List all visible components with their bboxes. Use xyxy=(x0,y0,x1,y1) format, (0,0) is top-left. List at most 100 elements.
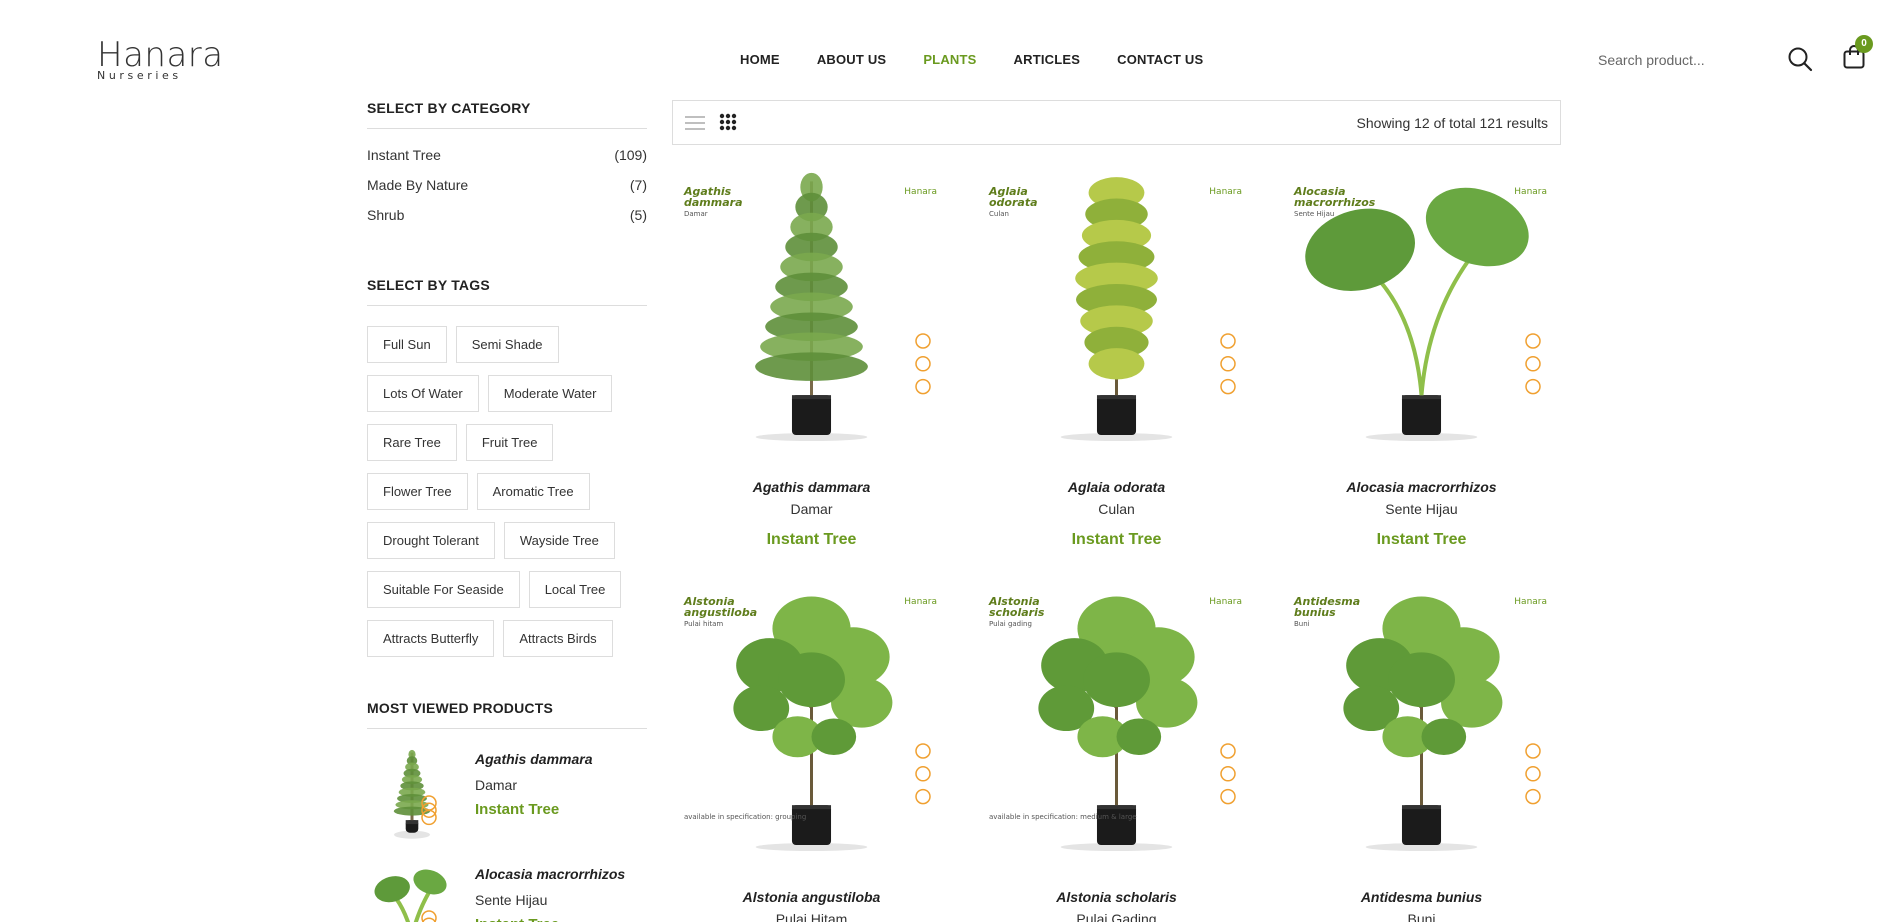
nav-articles[interactable]: ARTICLES xyxy=(1014,52,1081,67)
category-count: (5) xyxy=(629,207,647,223)
most-viewed-common-name: Damar xyxy=(475,777,518,793)
product-category[interactable]: Instant Tree xyxy=(672,531,951,549)
product-common-name: Sente Hijau xyxy=(1385,501,1458,517)
brand-watermark: Hanara xyxy=(904,597,937,607)
category-count: (7) xyxy=(629,177,647,193)
tag-button[interactable]: Full Sun xyxy=(367,326,447,363)
product-image[interactable]: Antidesma bunius Buni Hanara xyxy=(1282,580,1561,865)
tags-section: SELECT BY TAGS Full Sun Semi Shade Lots Of… xyxy=(367,277,647,657)
product-image-label: Alocasia macrorrhizos Sente Hijau xyxy=(1294,185,1376,218)
logo-main-text: Hanara xyxy=(97,35,224,75)
category-item[interactable]: Shrub (5) xyxy=(367,205,647,235)
product-card[interactable]: Antidesma bunius Buni Hanara Antidesma buni… xyxy=(1282,580,1561,922)
product-common-name: Pulai Hitam xyxy=(775,911,848,922)
product-category[interactable]: Instant Tree xyxy=(1282,531,1561,549)
product-common-name: Damar xyxy=(790,501,833,517)
tag-button[interactable]: Moderate Water xyxy=(487,375,613,412)
nav-home[interactable]: HOME xyxy=(740,52,780,67)
tag-button[interactable]: Rare Tree xyxy=(367,424,457,461)
brand-watermark: Hanara xyxy=(1209,187,1242,197)
tag-button[interactable]: Aromatic Tree xyxy=(476,473,590,510)
most-viewed-scientific-name[interactable]: Alocasia macrorrhizos xyxy=(475,866,625,882)
category-item[interactable]: Made By Nature (7) xyxy=(367,175,647,205)
results-count: Showing 12 of total 121 results xyxy=(1356,115,1548,131)
product-scientific-name[interactable]: Alstonia scholaris xyxy=(977,889,1256,905)
brand-watermark: Hanara xyxy=(1514,597,1547,607)
product-card[interactable]: Alocasia macrorrhizos Sente Hijau Hanara Al… xyxy=(1282,170,1561,549)
logo[interactable]: Hanara Nurseries xyxy=(97,35,224,82)
product-card[interactable]: Agathis dammara Damar Hanara Agathis dammar… xyxy=(672,170,951,549)
most-viewed-item[interactable]: Alocasia macrorrhizos Sente Hijau Instant … xyxy=(367,864,647,922)
search-icon[interactable] xyxy=(1787,46,1813,72)
tag-button[interactable]: Wayside Tree xyxy=(503,522,615,559)
image-label-scientific: Agathis dammara xyxy=(684,185,743,209)
product-scientific-name[interactable]: Antidesma bunius xyxy=(1282,889,1561,905)
most-viewed-common-name: Sente Hijau xyxy=(475,892,548,908)
tag-button[interactable]: Flower Tree xyxy=(367,473,468,510)
product-image-label: Alstonia angustiloba Pulai hitam xyxy=(684,595,758,628)
image-label-scientific: Antidesma bunius xyxy=(1294,595,1361,619)
most-viewed-thumbnail[interactable] xyxy=(367,864,457,922)
main-nav: HOME ABOUT US PLANTS ARTICLES CONTACT US xyxy=(740,52,1240,67)
most-viewed-category[interactable]: Instant Tree xyxy=(475,801,592,818)
tag-button[interactable]: Fruit Tree xyxy=(465,424,554,461)
image-label-scientific: Alstonia angustiloba xyxy=(684,595,758,619)
product-image[interactable]: Aglaia odorata Culan Hanara xyxy=(977,170,1256,455)
tag-button[interactable]: Semi Shade xyxy=(455,326,559,363)
nav-contact-us[interactable]: CONTACT US xyxy=(1117,52,1203,67)
product-image[interactable]: Alstonia angustiloba Pulai hitam Hanara ava… xyxy=(672,580,951,865)
tag-button[interactable]: Attracts Butterfly xyxy=(367,620,495,657)
product-image-label: Aglaia odorata Culan xyxy=(989,186,1057,218)
product-scientific-name[interactable]: Alocasia macrorrhizos xyxy=(1282,479,1561,495)
brand-watermark: Hanara xyxy=(904,187,937,197)
most-viewed-scientific-name[interactable]: Agathis dammara xyxy=(475,751,592,767)
tag-button[interactable]: Suitable For Seaside xyxy=(367,571,520,608)
product-image-label: Agathis dammara Damar xyxy=(684,186,752,218)
most-viewed-thumbnail[interactable] xyxy=(367,749,457,839)
most-viewed-category[interactable]: Instant Tree xyxy=(475,916,625,922)
availability-note: available in specification: grouping xyxy=(684,813,807,821)
image-label-scientific: Alstonia scholaris xyxy=(989,595,1045,619)
product-card[interactable]: Alstonia angustiloba Pulai hitam Hanara ava… xyxy=(672,580,951,922)
tag-button[interactable]: Attracts Birds xyxy=(503,620,613,657)
product-scientific-name[interactable]: Agathis dammara xyxy=(672,479,951,495)
image-label-common: Pulai hitam xyxy=(684,620,724,628)
search-input[interactable] xyxy=(1598,48,1768,72)
product-scientific-name[interactable]: Alstonia angustiloba xyxy=(672,889,951,905)
tag-button[interactable]: Drought Tolerant xyxy=(367,522,495,559)
nav-plants[interactable]: PLANTS xyxy=(923,52,976,67)
product-category[interactable]: Instant Tree xyxy=(977,531,1256,549)
image-label-common: Damar xyxy=(684,210,708,218)
category-name: Instant Tree xyxy=(367,147,441,163)
product-card[interactable]: Alstonia scholaris Pulai gading Hanara avai… xyxy=(977,580,1256,922)
product-scientific-name[interactable]: Aglaia odorata xyxy=(977,479,1256,495)
availability-note: available in specification: medium & lar… xyxy=(989,813,1137,821)
product-image-label: Alstonia scholaris Pulai gading xyxy=(989,596,1057,628)
category-item[interactable]: Instant Tree (109) xyxy=(367,145,647,175)
most-viewed-list: Agathis dammara Damar Instant Tree Alocasia… xyxy=(367,749,647,922)
product-image-label: Antidesma bunius Buni xyxy=(1294,596,1362,628)
tag-button[interactable]: Local Tree xyxy=(528,571,622,608)
category-section: SELECT BY CATEGORY Instant Tree (109) Made… xyxy=(367,100,647,235)
category-name: Made By Nature xyxy=(367,177,469,193)
image-label-common: Sente Hijau xyxy=(1294,210,1335,218)
most-viewed-section: MOST VIEWED PRODUCTS Agathis dammara Dama… xyxy=(367,700,647,922)
category-list: Instant Tree (109) Made By Nature (7) Shrub (… xyxy=(367,145,647,235)
product-image[interactable]: Alstonia scholaris Pulai gading Hanara avai… xyxy=(977,580,1256,865)
image-label-common: Buni xyxy=(1294,620,1310,628)
brand-watermark: Hanara xyxy=(1514,187,1547,197)
image-label-scientific: Alocasia macrorrhizos xyxy=(1294,185,1376,209)
product-image[interactable]: Agathis dammara Damar Hanara xyxy=(672,170,951,455)
list-view-icon[interactable] xyxy=(685,113,705,133)
product-card[interactable]: Aglaia odorata Culan Hanara Aglaia odorata C… xyxy=(977,170,1256,549)
grid-view-icon[interactable] xyxy=(718,112,738,132)
brand-watermark: Hanara xyxy=(1209,597,1242,607)
tag-list: Full Sun Semi Shade Lots Of Water Moderate … xyxy=(367,326,657,657)
image-label-scientific: Aglaia odorata xyxy=(989,185,1038,209)
product-image[interactable]: Alocasia macrorrhizos Sente Hijau Hanara xyxy=(1282,170,1561,455)
most-viewed-item[interactable]: Agathis dammara Damar Instant Tree xyxy=(367,749,647,844)
category-count: (109) xyxy=(614,147,647,163)
sidebar: SELECT BY CATEGORY Instant Tree (109) Made… xyxy=(367,100,647,922)
nav-about-us[interactable]: ABOUT US xyxy=(817,52,887,67)
tag-button[interactable]: Lots Of Water xyxy=(367,375,479,412)
